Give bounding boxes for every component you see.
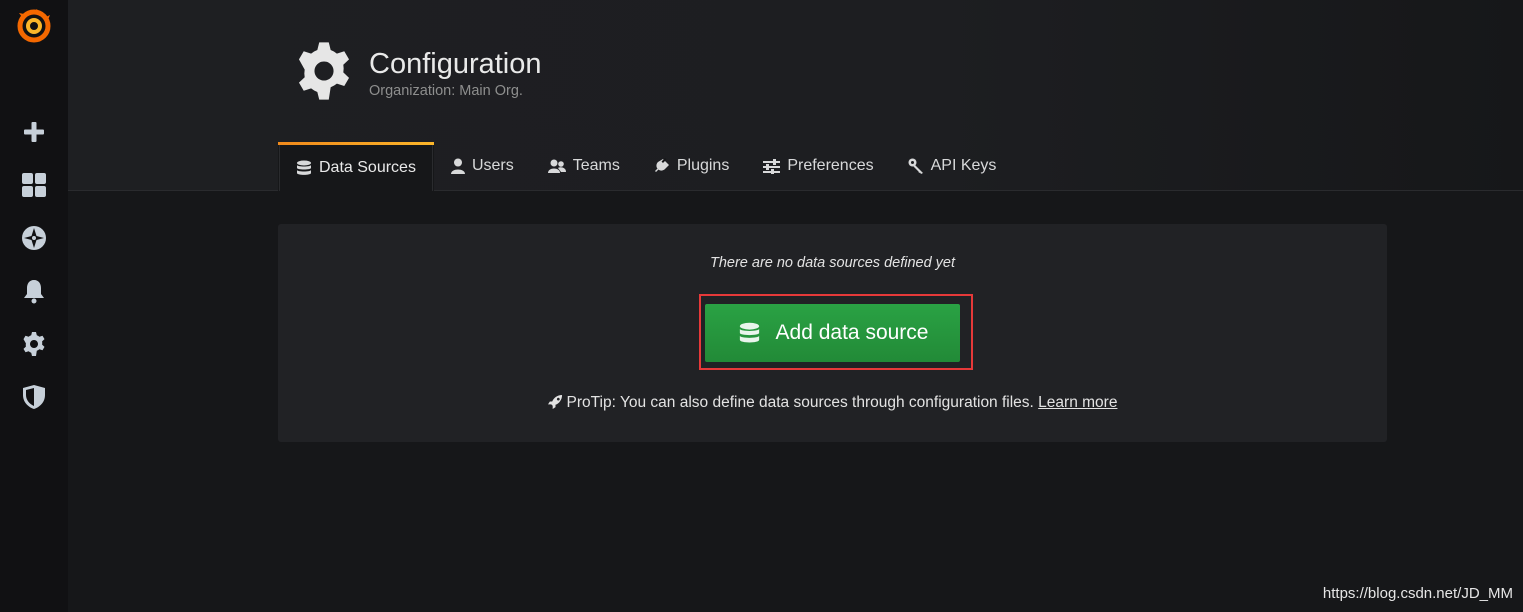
watermark: https://blog.csdn.net/JD_MM	[1322, 585, 1513, 602]
tab-label: Data Sources	[319, 159, 416, 176]
tab-label: Users	[471, 157, 514, 174]
database-icon	[297, 160, 311, 175]
tab-label: API Keys	[930, 157, 997, 174]
shield-icon[interactable]	[14, 377, 54, 417]
database-icon	[739, 322, 759, 343]
page-title: Configuration	[369, 48, 542, 80]
protip-text: ProTip: You can also define data sources…	[566, 394, 1039, 411]
tab-teams[interactable]: Teams	[531, 142, 637, 190]
header-title-row: Configuration Organization: Main Org.	[293, 40, 542, 106]
side-menu	[0, 0, 68, 612]
plug-icon	[654, 158, 669, 172]
dashboards-grid-icon[interactable]	[14, 165, 54, 205]
tab-data-sources[interactable]: Data Sources	[278, 142, 434, 191]
gear-icon	[293, 40, 359, 106]
user-icon	[450, 158, 465, 174]
rocket-icon	[547, 394, 562, 409]
tab-preferences[interactable]: Preferences	[746, 142, 890, 190]
tab-label: Preferences	[787, 157, 874, 174]
page-header: Configuration Organization: Main Org. Da…	[68, 0, 1523, 191]
add-data-source-label: Add data source	[775, 321, 929, 344]
tab-users[interactable]: Users	[434, 142, 531, 190]
empty-datasources-panel: There are no data sources defined yet Ad…	[278, 224, 1387, 442]
empty-message: There are no data sources defined yet	[709, 255, 956, 271]
gear-icon[interactable]	[14, 324, 54, 364]
config-tabs: Data Sources Users Teams Plugins Prefere…	[278, 142, 1014, 191]
learn-more-link[interactable]: Learn more	[1038, 394, 1117, 411]
grafana-logo-icon[interactable]	[16, 8, 52, 44]
tab-label: Teams	[572, 157, 620, 174]
tab-label: Plugins	[676, 157, 730, 174]
protip: ProTip: You can also define data sources…	[278, 394, 1387, 412]
plus-icon[interactable]	[14, 112, 54, 152]
key-icon	[908, 158, 923, 174]
header-text: Configuration Organization: Main Org.	[369, 47, 542, 99]
tab-plugins[interactable]: Plugins	[637, 142, 746, 190]
bell-icon[interactable]	[14, 271, 54, 311]
page-subtitle: Organization: Main Org.	[369, 83, 523, 99]
explore-compass-icon[interactable]	[14, 218, 54, 258]
add-data-source-button[interactable]: Add data source	[705, 304, 960, 362]
tab-api-keys[interactable]: API Keys	[891, 142, 1014, 190]
sliders-icon	[763, 158, 781, 174]
users-icon	[547, 159, 566, 173]
